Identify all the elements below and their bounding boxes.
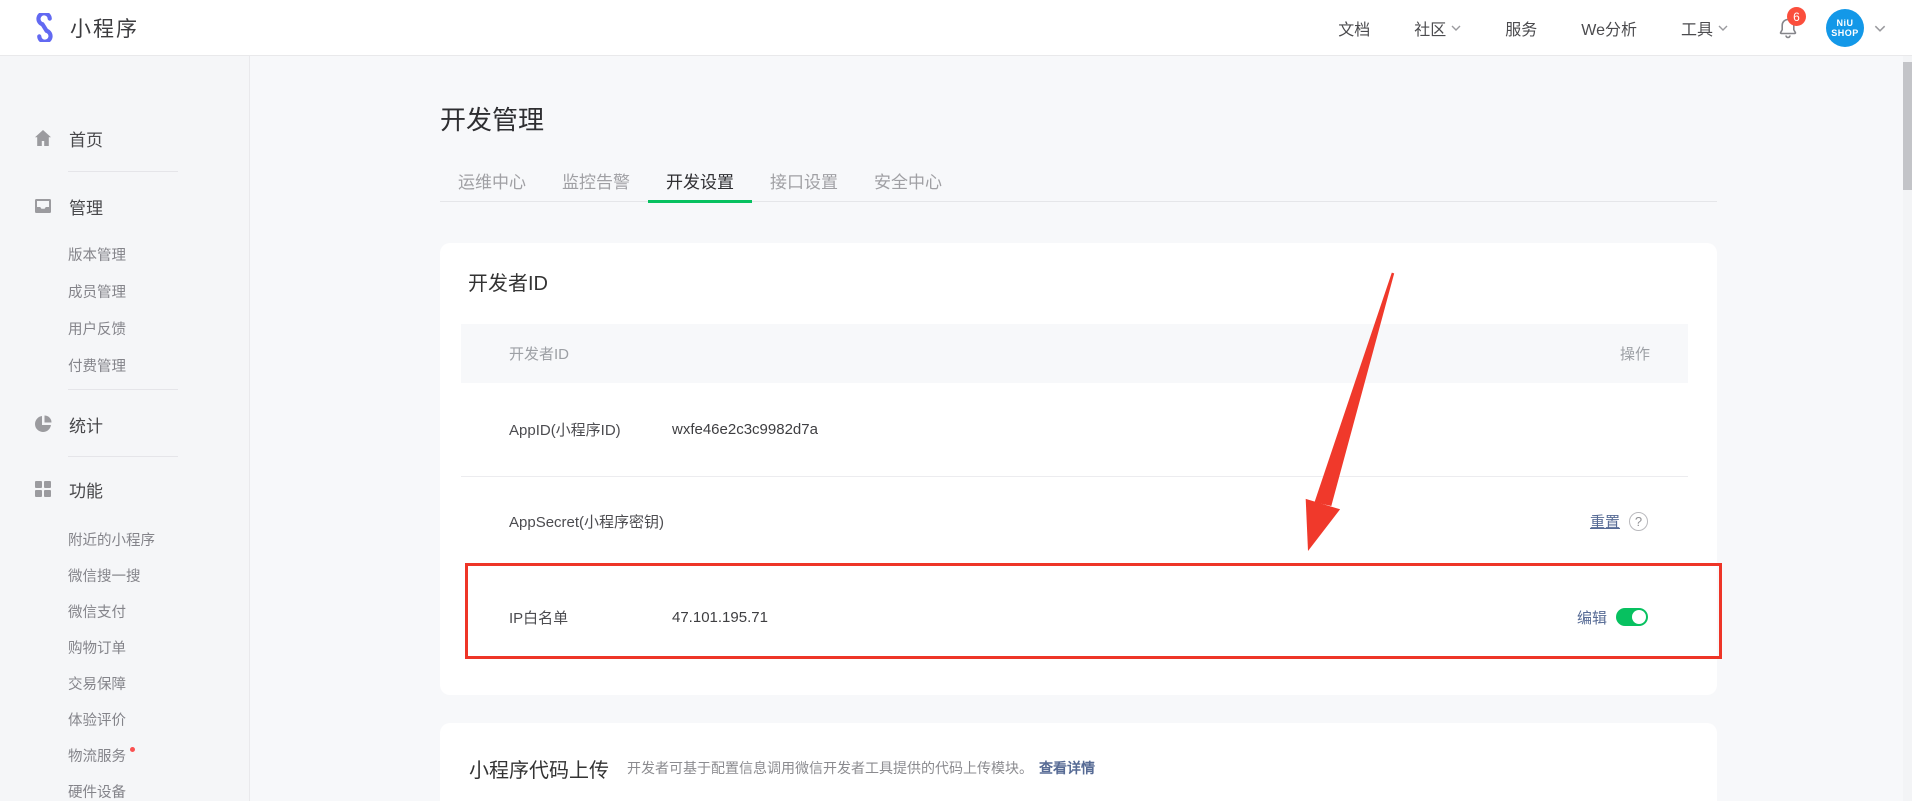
nav-services[interactable]: 服务 <box>1505 16 1537 40</box>
miniprogram-logo-icon <box>30 13 59 42</box>
chevron-down-icon <box>1718 25 1728 31</box>
notification-badge: 6 <box>1787 7 1806 26</box>
appid-label: AppID(小程序ID) <box>509 419 672 440</box>
sidebar-item-payment-manage[interactable]: 付费管理 <box>0 347 249 384</box>
sidebar-item-hardware-devices[interactable]: 硬件设备 <box>0 773 249 801</box>
table-row-ip-whitelist: IP白名单 47.101.195.71 编辑 <box>461 571 1688 663</box>
notification-bell-button[interactable]: 6 <box>1776 15 1800 41</box>
appsecret-label: AppSecret(小程序密钥) <box>509 511 672 532</box>
logo-text: 小程序 <box>70 13 139 43</box>
pie-chart-icon <box>33 414 53 434</box>
top-bar: 小程序 文档 社区 服务 We分析 工具 6 NiU SHOP <box>0 0 1912 56</box>
ip-whitelist-toggle[interactable] <box>1616 608 1648 626</box>
code-upload-card: 小程序代码上传 开发者可基于配置信息调用微信开发者工具提供的代码上传模块。 查看… <box>440 723 1717 801</box>
account-avatar[interactable]: NiU SHOP <box>1826 9 1864 47</box>
appid-value: wxfe46e2c3c9982d7a <box>672 421 818 438</box>
ip-whitelist-value: 47.101.195.71 <box>672 609 768 626</box>
nav-docs[interactable]: 文档 <box>1338 16 1370 40</box>
sidebar-item-shopping-orders[interactable]: 购物订单 <box>0 629 249 665</box>
tab-monitor-alerts[interactable]: 监控告警 <box>544 160 648 201</box>
sidebar-item-manage[interactable]: 管理 <box>0 186 249 226</box>
sidebar-features-group: 附近的小程序 微信搜一搜 微信支付 购物订单 交易保障 体验评价 物流服务 硬件… <box>0 521 249 801</box>
sidebar-item-statistics[interactable]: 统计 <box>0 404 249 444</box>
table-header-action: 操作 <box>1620 343 1650 364</box>
sidebar-divider <box>68 171 178 172</box>
table-header: 开发者ID 操作 <box>461 324 1688 383</box>
sidebar-item-wechat-pay[interactable]: 微信支付 <box>0 593 249 629</box>
section-title-code-upload: 小程序代码上传 <box>469 754 609 783</box>
help-icon[interactable]: ? <box>1629 512 1648 531</box>
nav-tools[interactable]: 工具 <box>1681 16 1728 40</box>
inbox-icon <box>33 196 53 216</box>
code-upload-description: 开发者可基于配置信息调用微信开发者工具提供的代码上传模块。 <box>627 758 1033 778</box>
grid-icon <box>33 479 53 499</box>
sidebar-item-member-manage[interactable]: 成员管理 <box>0 273 249 310</box>
table-row-appid: AppID(小程序ID) wxfe46e2c3c9982d7a <box>461 383 1688 476</box>
nav-community[interactable]: 社区 <box>1414 16 1461 40</box>
page-title: 开发管理 <box>440 100 544 137</box>
sidebar: 首页 管理 版本管理 成员管理 用户反馈 付费管理 统计 功能 附近的小程序 微… <box>0 56 250 801</box>
table-row-appsecret: AppSecret(小程序密钥) 重置 ? <box>461 477 1688 566</box>
chevron-down-icon <box>1451 25 1461 31</box>
section-title-developer-id: 开发者ID <box>468 267 548 296</box>
table-header-developer-id: 开发者ID <box>509 343 569 364</box>
sidebar-divider <box>68 389 178 390</box>
edit-ip-whitelist-link[interactable]: 编辑 <box>1577 607 1607 628</box>
tab-security-center[interactable]: 安全中心 <box>856 160 960 201</box>
tab-api-settings[interactable]: 接口设置 <box>752 160 856 201</box>
ip-whitelist-label: IP白名单 <box>509 607 672 628</box>
sidebar-manage-group: 版本管理 成员管理 用户反馈 付费管理 <box>0 236 249 384</box>
view-details-link[interactable]: 查看详情 <box>1039 758 1095 778</box>
sidebar-item-experience-rating[interactable]: 体验评价 <box>0 701 249 737</box>
new-badge-dot <box>130 747 135 752</box>
tab-bar: 运维中心 监控告警 开发设置 接口设置 安全中心 <box>440 160 1717 202</box>
top-nav: 文档 社区 服务 We分析 工具 6 NiU SHOP <box>1294 0 1886 56</box>
tab-ops-center[interactable]: 运维中心 <box>440 160 544 201</box>
sidebar-item-nearby-miniprogram[interactable]: 附近的小程序 <box>0 521 249 557</box>
sidebar-item-version-manage[interactable]: 版本管理 <box>0 236 249 273</box>
miniprogram-logo[interactable]: 小程序 <box>30 13 139 43</box>
scrollbar-track <box>1903 56 1912 801</box>
sidebar-item-transaction-guarantee[interactable]: 交易保障 <box>0 665 249 701</box>
sidebar-item-user-feedback[interactable]: 用户反馈 <box>0 310 249 347</box>
reset-appsecret-link[interactable]: 重置 <box>1590 511 1620 532</box>
tab-dev-settings[interactable]: 开发设置 <box>648 160 752 201</box>
nav-we-analytics[interactable]: We分析 <box>1581 16 1637 40</box>
scrollbar-thumb[interactable] <box>1903 62 1912 190</box>
sidebar-item-logistics-service[interactable]: 物流服务 <box>0 737 249 773</box>
sidebar-item-features[interactable]: 功能 <box>0 469 249 509</box>
sidebar-item-home[interactable]: 首页 <box>0 118 249 158</box>
account-menu-chevron-icon[interactable] <box>1874 25 1886 32</box>
sidebar-item-wechat-search[interactable]: 微信搜一搜 <box>0 557 249 593</box>
developer-id-card: 开发者ID 开发者ID 操作 AppID(小程序ID) wxfe46e2c3c9… <box>440 243 1717 695</box>
sidebar-divider <box>68 456 178 457</box>
home-icon <box>33 128 53 148</box>
